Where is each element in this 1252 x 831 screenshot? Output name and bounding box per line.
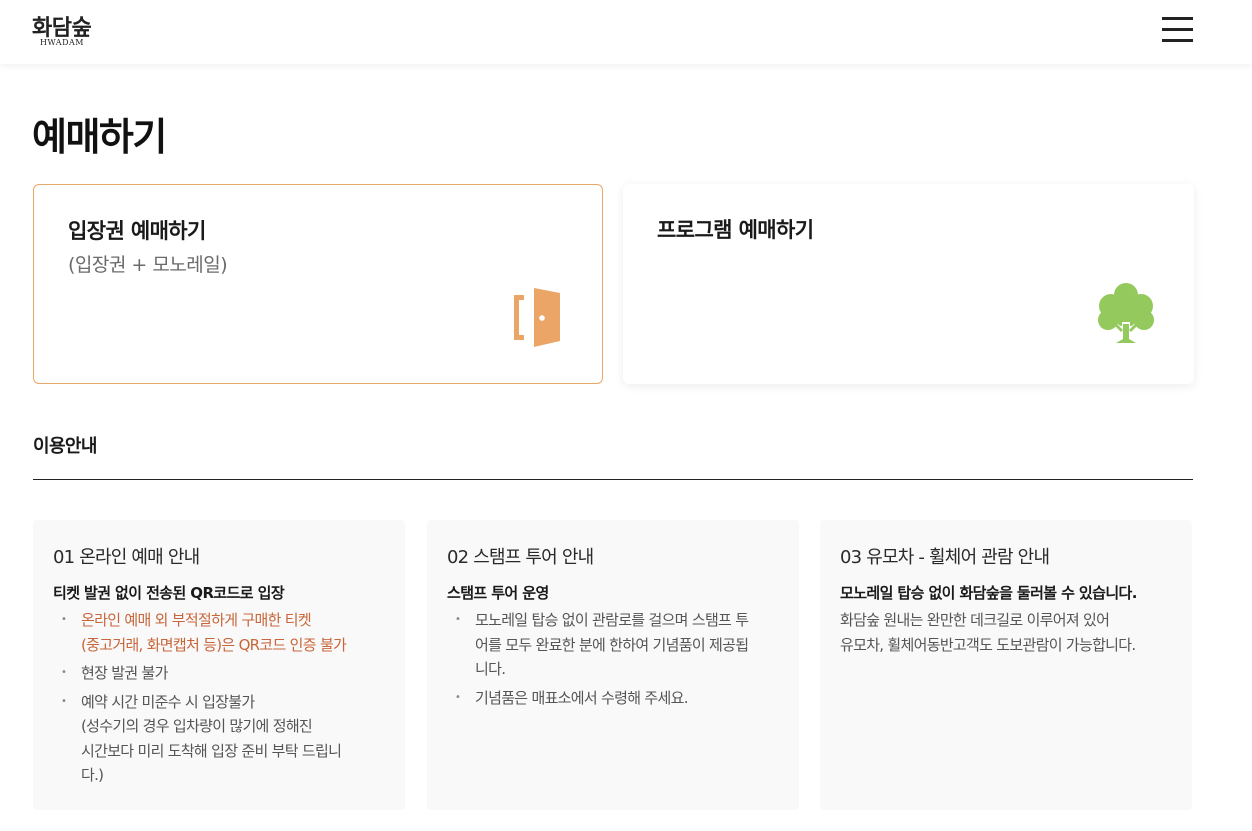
list-item-line: 온라인 예매 외 부적절하게 구매한 티켓 bbox=[81, 611, 312, 629]
entry-ticket-subtitle: (입장권 + 모노레일) bbox=[68, 254, 228, 276]
site-header: 화담숲 HWADAM bbox=[0, 0, 1252, 64]
online-booking-info: 01 온라인 예매 안내 티켓 발권 없이 전송된 QR코드로 입장 온라인 예… bbox=[33, 520, 405, 810]
info-list: 모노레일 탑승 없이 관람로를 걸으며 스탬프 투 어를 모두 완료한 분에 한… bbox=[455, 608, 785, 714]
info-text-line: 화담숲 원내는 완만한 데크길로 이루어져 있어 bbox=[840, 611, 1110, 629]
list-item-line: 예약 시간 미준수 시 입장불가 bbox=[81, 692, 255, 711]
program-booking-title: 프로그램 예매하기 bbox=[657, 218, 814, 242]
menu-bar bbox=[1162, 28, 1193, 31]
list-item-line: 어를 모두 완료한 분에 한하여 기념품이 제공됩 bbox=[475, 635, 749, 654]
info-text-line: 유모차, 휠체어동반고객도 도보관람이 가능합니다. bbox=[840, 635, 1136, 654]
info-subheading: 모노레일 탑승 없이 화담숲을 둘러볼 수 있습니다. bbox=[840, 584, 1137, 602]
list-item-line: 기념품은 매표소에서 수령해 주세요. bbox=[475, 688, 688, 707]
info-subheading: 티켓 발권 없이 전송된 QR코드로 입장 bbox=[53, 584, 285, 602]
list-item: 현장 발권 불가 bbox=[61, 661, 391, 686]
info-heading: 03 유모차 - 휠체어 관람 안내 bbox=[840, 547, 1050, 568]
guide-section-title: 이용안내 bbox=[33, 436, 97, 457]
list-item: 온라인 예매 외 부적절하게 구매한 티켓 (중고거래, 화면캡처 등)은 QR… bbox=[61, 608, 391, 657]
list-item-line: 니다. bbox=[475, 660, 506, 678]
menu-bar bbox=[1162, 39, 1193, 42]
tree-icon bbox=[1098, 283, 1154, 344]
info-text: 화담숲 원내는 완만한 데크길로 이루어져 있어 유모차, 휠체어동반고객도 도… bbox=[840, 608, 1185, 657]
program-booking-card[interactable]: 프로그램 예매하기 bbox=[623, 184, 1194, 384]
list-item-line: 다.) bbox=[81, 766, 104, 784]
list-item-line: 모노레일 탑승 없이 관람로를 걸으며 스탬프 투 bbox=[475, 611, 749, 629]
site-logo[interactable]: 화담숲 HWADAM bbox=[32, 10, 102, 52]
section-divider bbox=[33, 479, 1193, 480]
list-item: 모노레일 탑승 없이 관람로를 걸으며 스탬프 투 어를 모두 완료한 분에 한… bbox=[455, 608, 785, 682]
list-item-line: (성수기의 경우 입차량이 많기에 정해진 bbox=[81, 717, 313, 735]
page-title: 예매하기 bbox=[32, 115, 167, 159]
list-item: 예약 시간 미준수 시 입장불가 (성수기의 경우 입차량이 많기에 정해진 시… bbox=[61, 690, 391, 788]
entry-ticket-card[interactable]: 입장권 예매하기 (입장권 + 모노레일) bbox=[33, 184, 603, 384]
hamburger-menu-icon[interactable] bbox=[1160, 16, 1194, 44]
info-subheading: 스탬프 투어 운영 bbox=[447, 584, 549, 602]
list-item-line: 현장 발권 불가 bbox=[81, 664, 168, 682]
stroller-wheelchair-info: 03 유모차 - 휠체어 관람 안내 모노레일 탑승 없이 화담숲을 둘러볼 수… bbox=[820, 520, 1192, 810]
door-icon bbox=[514, 288, 560, 347]
info-list: 온라인 예매 외 부적절하게 구매한 티켓 (중고거래, 화면캡처 등)은 QR… bbox=[61, 608, 391, 792]
info-heading: 02 스탬프 투어 안내 bbox=[447, 547, 594, 568]
list-item-line: (중고거래, 화면캡처 등)은 QR코드 인증 불가 bbox=[81, 635, 347, 654]
list-item-line: 시간보다 미리 도착해 입장 준비 부탁 드립니 bbox=[81, 741, 342, 760]
menu-bar bbox=[1162, 17, 1193, 20]
stamp-tour-info: 02 스탬프 투어 안내 스탬프 투어 운영 모노레일 탑승 없이 관람로를 걸… bbox=[427, 520, 799, 810]
logo-english-text: HWADAM bbox=[40, 38, 84, 47]
list-item: 기념품은 매표소에서 수령해 주세요. bbox=[455, 686, 785, 711]
entry-ticket-title: 입장권 예매하기 bbox=[68, 219, 206, 243]
info-heading: 01 온라인 예매 안내 bbox=[53, 547, 200, 568]
